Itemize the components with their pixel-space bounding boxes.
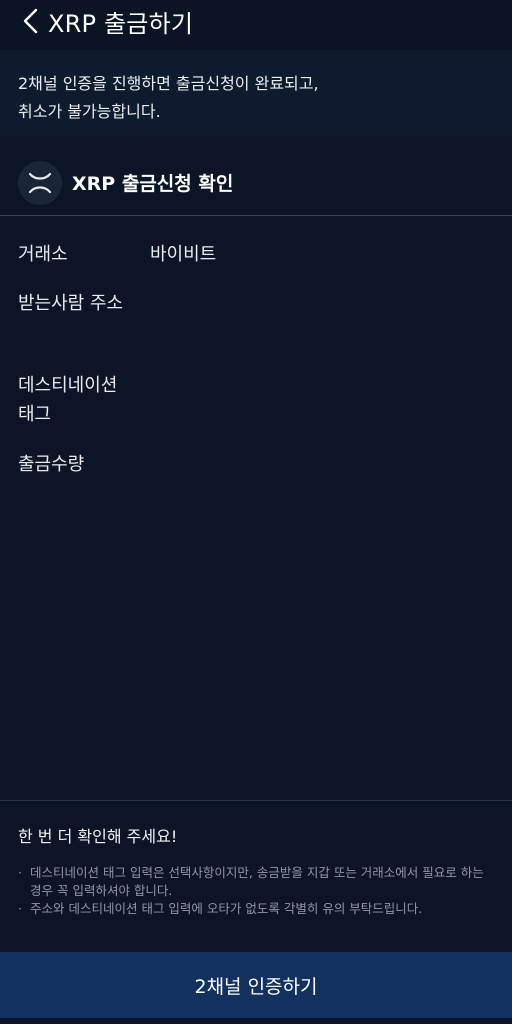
amount-label: 출금수량 [18,454,85,475]
withdraw-confirm-screen: XRP 출금하기 2채널 인증을 진행하면 출금신청이 완료되고, 취소가 불가… [0,0,512,1024]
confirm-section-header: XRP 출금신청 확인 [0,150,512,216]
two-channel-auth-button[interactable]: 2채널 인증하기 [0,952,512,1018]
back-button[interactable] [14,4,48,38]
notice-line-1: 2채널 인증을 진행하면 출금신청이 완료되고, [18,74,319,93]
caution-text: 데스티네이션 태그 입력은 선택사항이지만, 송금받을 지갑 또는 거래소에서 … [30,865,484,898]
page-title: XRP 출금하기 [48,9,194,38]
exchange-label: 거래소 [18,244,68,265]
address-label: 받는사람 주소 [18,293,124,314]
check-again-title: 한 번 더 확인해 주세요! [18,827,178,846]
exchange-value: 바이비트 [150,244,217,265]
caution-list: · 데스티네이션 태그 입력은 선택사항이지만, 송금받을 지갑 또는 거래소에… [18,864,498,918]
caution-text: 주소와 데스티네이션 태그 입력에 오타가 없도록 각별히 유의 부탁드립니다. [30,901,423,916]
chevron-left-icon [23,8,38,34]
destination-tag-label-line1: 데스티네이션 [18,375,118,396]
destination-tag-label-line2: 태그 [18,404,52,425]
app-header: XRP 출금하기 [0,0,512,42]
confirm-title: XRP 출금신청 확인 [72,173,234,195]
notice-line-2: 취소가 불가능합니다. [18,102,161,121]
section-divider [0,800,512,801]
caution-item: · 데스티네이션 태그 입력은 선택사항이지만, 송금받을 지갑 또는 거래소에… [18,864,498,900]
caution-item: · 주소와 데스티네이션 태그 입력에 오타가 없도록 각별히 유의 부탁드립니… [18,900,498,918]
notice-banner: 2채널 인증을 진행하면 출금신청이 완료되고, 취소가 불가능합니다. [0,50,512,136]
xrp-logo-icon [18,160,62,205]
